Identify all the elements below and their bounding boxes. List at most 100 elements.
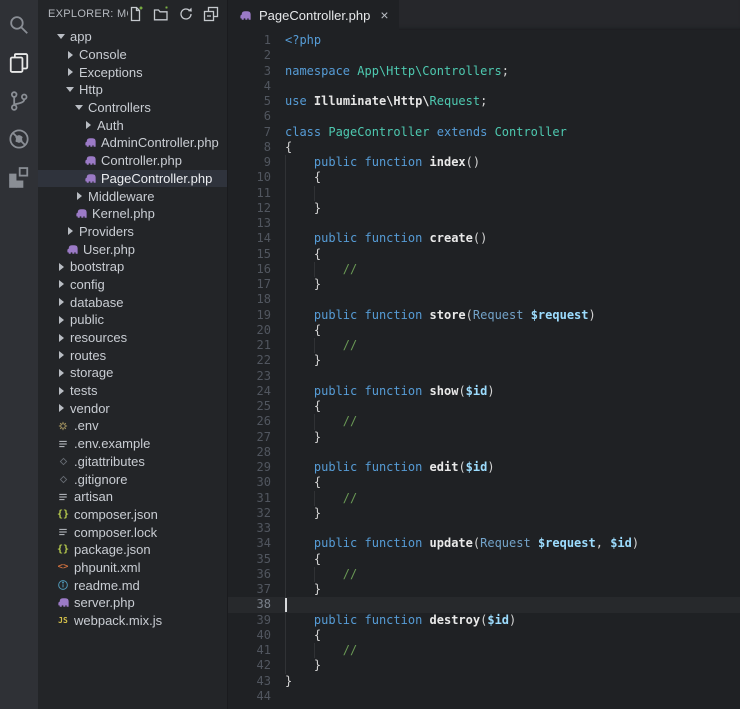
tree-item-http[interactable]: Http [38, 81, 227, 99]
tree-item-readme-md[interactable]: readme.md [38, 576, 227, 594]
tree-item-vendor[interactable]: vendor [38, 399, 227, 417]
code-line[interactable]: 10 { [228, 170, 740, 185]
code-line[interactable]: 35 { [228, 552, 740, 567]
debug-icon[interactable] [0, 120, 38, 158]
tree-item-composer-json[interactable]: {}composer.json [38, 506, 227, 524]
tree-item--gitignore[interactable]: .gitignore [38, 470, 227, 488]
tree-item-phpunit-xml[interactable]: <>phpunit.xml [38, 559, 227, 577]
tree-item-providers[interactable]: Providers [38, 223, 227, 241]
code-line[interactable]: 39 public function destroy($id) [228, 613, 740, 628]
tree-item-label: config [70, 277, 105, 292]
file-tree: appConsoleExceptionsHttpControllersAuthA… [38, 28, 227, 709]
chevron-right-icon [74, 192, 84, 200]
code-line[interactable]: 31 // [228, 491, 740, 506]
tab-pagecontroller[interactable]: PageController.php × [228, 0, 399, 30]
code-line[interactable]: 42 } [228, 658, 740, 673]
code-line[interactable]: 33 [228, 521, 740, 536]
tree-item-pagecontroller-php[interactable]: PageController.php [38, 170, 227, 188]
files-icon[interactable] [0, 44, 38, 82]
tree-item-config[interactable]: config [38, 276, 227, 294]
tree-item-bootstrap[interactable]: bootstrap [38, 258, 227, 276]
collapse-all-icon[interactable] [203, 6, 219, 22]
tree-item-resources[interactable]: resources [38, 329, 227, 347]
tree-item-kernel-php[interactable]: Kernel.php [38, 205, 227, 223]
refresh-icon[interactable] [178, 6, 194, 22]
search-icon[interactable] [0, 6, 38, 44]
tree-item-controllers[interactable]: Controllers [38, 99, 227, 117]
tree-item-exceptions[interactable]: Exceptions [38, 63, 227, 81]
code-line[interactable]: 18 [228, 292, 740, 307]
code-line[interactable]: 20 { [228, 323, 740, 338]
tree-item-public[interactable]: public [38, 311, 227, 329]
tree-item-app[interactable]: app [38, 28, 227, 46]
tree-item-user-php[interactable]: User.php [38, 240, 227, 258]
code-line[interactable]: 32 } [228, 506, 740, 521]
line-number: 30 [228, 475, 285, 490]
code-editor[interactable]: 1<?php23namespace App\Http\Controllers;4… [228, 30, 740, 709]
tree-item-label: storage [70, 365, 113, 380]
code-line[interactable]: 3namespace App\Http\Controllers; [228, 64, 740, 79]
code-line[interactable]: 37 } [228, 582, 740, 597]
code-line[interactable]: 21 // [228, 338, 740, 353]
code-line[interactable]: 13 [228, 216, 740, 231]
new-file-icon[interactable] [128, 6, 144, 22]
tree-item-package-json[interactable]: {}package.json [38, 541, 227, 559]
code-line[interactable]: 44 [228, 689, 740, 704]
extensions-icon[interactable] [0, 158, 38, 196]
code-line[interactable]: 28 [228, 445, 740, 460]
code-line[interactable]: 26 // [228, 414, 740, 429]
code-line[interactable]: 9 public function index() [228, 155, 740, 170]
tree-item-tests[interactable]: tests [38, 382, 227, 400]
code-line[interactable]: 11 [228, 186, 740, 201]
code-line[interactable]: 30 { [228, 475, 740, 490]
tree-item-webpack-mix-js[interactable]: JSwebpack.mix.js [38, 612, 227, 630]
code-line[interactable]: 4 [228, 79, 740, 94]
code-line[interactable]: 7class PageController extends Controller [228, 125, 740, 140]
tree-item-console[interactable]: Console [38, 46, 227, 64]
line-number: 18 [228, 292, 285, 307]
tree-item-auth[interactable]: Auth [38, 116, 227, 134]
tree-item-label: Providers [79, 224, 134, 239]
tree-item-composer-lock[interactable]: composer.lock [38, 523, 227, 541]
code-line[interactable]: 41 // [228, 643, 740, 658]
code-line[interactable]: 29 public function edit($id) [228, 460, 740, 475]
indent-guide [285, 186, 286, 201]
tree-item-artisan[interactable]: artisan [38, 488, 227, 506]
code-line[interactable]: 27 } [228, 430, 740, 445]
tree-item--gitattributes[interactable]: .gitattributes [38, 453, 227, 471]
code-line[interactable]: 25 { [228, 399, 740, 414]
code-line[interactable]: 23 [228, 369, 740, 384]
tree-item-server-php[interactable]: server.php [38, 594, 227, 612]
code-line[interactable]: 16 // [228, 262, 740, 277]
code-line[interactable]: 1<?php [228, 33, 740, 48]
tree-item-database[interactable]: database [38, 293, 227, 311]
code-line[interactable]: 22 } [228, 353, 740, 368]
new-folder-icon[interactable] [153, 6, 169, 22]
tree-item-label: User.php [83, 242, 135, 257]
code-line[interactable]: 6 [228, 109, 740, 124]
line-number: 23 [228, 369, 285, 384]
code-line[interactable]: 19 public function store(Request $reques… [228, 308, 740, 323]
tree-item-storage[interactable]: storage [38, 364, 227, 382]
tree-item-middleware[interactable]: Middleware [38, 187, 227, 205]
code-line[interactable]: 8{ [228, 140, 740, 155]
code-line[interactable]: 36 // [228, 567, 740, 582]
code-line[interactable]: 24 public function show($id) [228, 384, 740, 399]
source-control-icon[interactable] [0, 82, 38, 120]
code-line[interactable]: 43} [228, 674, 740, 689]
tree-item--env-example[interactable]: .env.example [38, 435, 227, 453]
code-line[interactable]: 40 { [228, 628, 740, 643]
code-line[interactable]: 38 [228, 597, 740, 612]
tree-item-routes[interactable]: routes [38, 346, 227, 364]
code-line[interactable]: 5use Illuminate\Http\Request; [228, 94, 740, 109]
tree-item--env[interactable]: .env [38, 417, 227, 435]
tree-item-controller-php[interactable]: Controller.php [38, 152, 227, 170]
code-line[interactable]: 17 } [228, 277, 740, 292]
close-icon[interactable]: × [380, 8, 388, 22]
code-line[interactable]: 15 { [228, 247, 740, 262]
tree-item-admincontroller-php[interactable]: AdminController.php [38, 134, 227, 152]
code-line[interactable]: 14 public function create() [228, 231, 740, 246]
code-line[interactable]: 12 } [228, 201, 740, 216]
code-line[interactable]: 34 public function update(Request $reque… [228, 536, 740, 551]
code-line[interactable]: 2 [228, 48, 740, 63]
